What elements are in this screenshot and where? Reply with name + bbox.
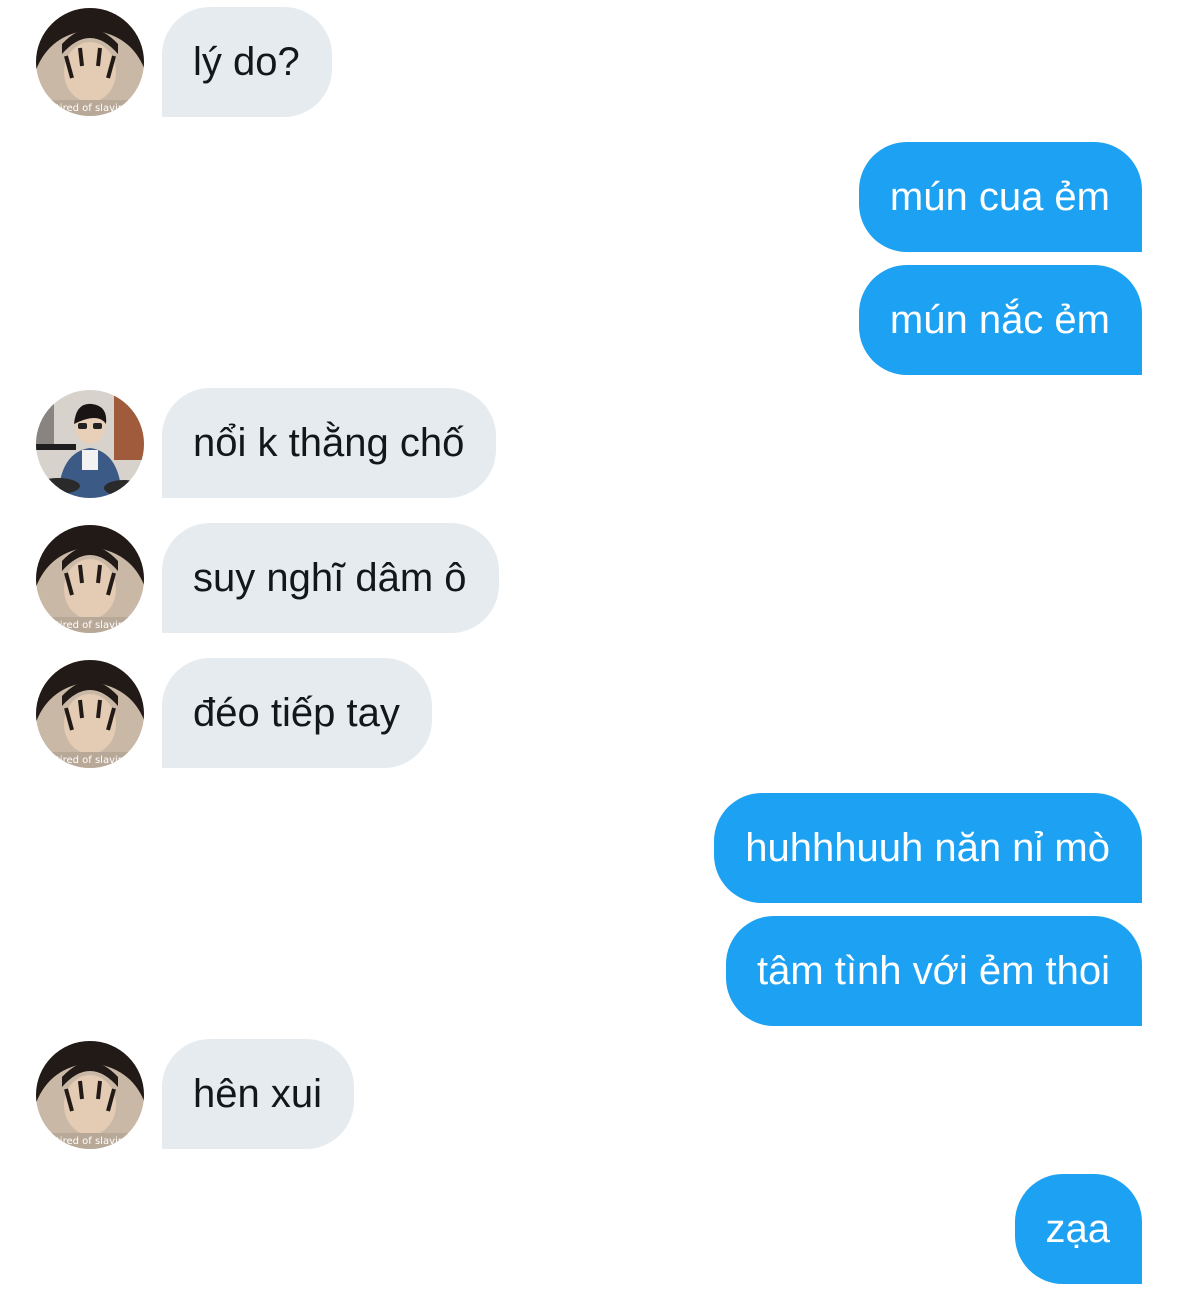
person-drummer-avatar-icon [36,390,144,498]
message-text: zạa [1045,1207,1111,1251]
message-text: mún nắc ẻm [889,298,1110,342]
person-avatar-icon: tired of slavin [36,8,144,116]
message-bubble-incoming[interactable]: hên xui [162,1039,354,1149]
avatar-caption: tired of slavin [56,103,124,114]
avatar[interactable]: tired of slavin [36,525,144,633]
message-bubble-outgoing[interactable]: zạa [1014,1174,1142,1284]
avatar[interactable]: tired of slavin [36,8,144,116]
person-avatar-icon: tired of slavin [36,1041,144,1149]
chat-thread: tired of slavin lý do? mún cua ẻm mún nắ… [0,0,1179,1293]
message-bubble-outgoing[interactable]: huhhhuuh năn nỉ mò [714,793,1142,903]
message-bubble-outgoing[interactable]: mún cua ẻm [858,142,1142,252]
avatar[interactable]: tired of slavin [36,1041,144,1149]
message-text: suy nghĩ dâm ô [193,556,467,600]
avatar-caption: tired of slavin [56,755,124,766]
avatar[interactable] [36,390,144,498]
message-text: lý do? [193,40,300,84]
message-bubble-outgoing[interactable]: tâm tình với ẻm thoi [725,916,1142,1026]
message-bubble-incoming[interactable]: suy nghĩ dâm ô [162,523,499,633]
message-bubble-outgoing[interactable]: mún nắc ẻm [858,265,1142,375]
message-text: mún cua ẻm [889,175,1110,219]
message-text: đéo tiếp tay [193,691,400,735]
avatar-caption: tired of slavin [56,1136,124,1147]
message-text: nổi k thằng chố [193,421,465,465]
message-bubble-incoming[interactable]: đéo tiếp tay [162,658,432,768]
message-bubble-incoming[interactable]: nổi k thằng chố [162,388,497,498]
avatar[interactable]: tired of slavin [36,660,144,768]
message-bubble-incoming[interactable]: lý do? [162,7,332,117]
person-avatar-icon: tired of slavin [36,660,144,768]
message-text: tâm tình với ẻm thoi [756,949,1110,993]
avatar-caption: tired of slavin [56,620,124,631]
person-avatar-icon: tired of slavin [36,525,144,633]
message-text: hên xui [193,1072,322,1116]
message-text: huhhhuuh năn nỉ mò [745,826,1110,870]
